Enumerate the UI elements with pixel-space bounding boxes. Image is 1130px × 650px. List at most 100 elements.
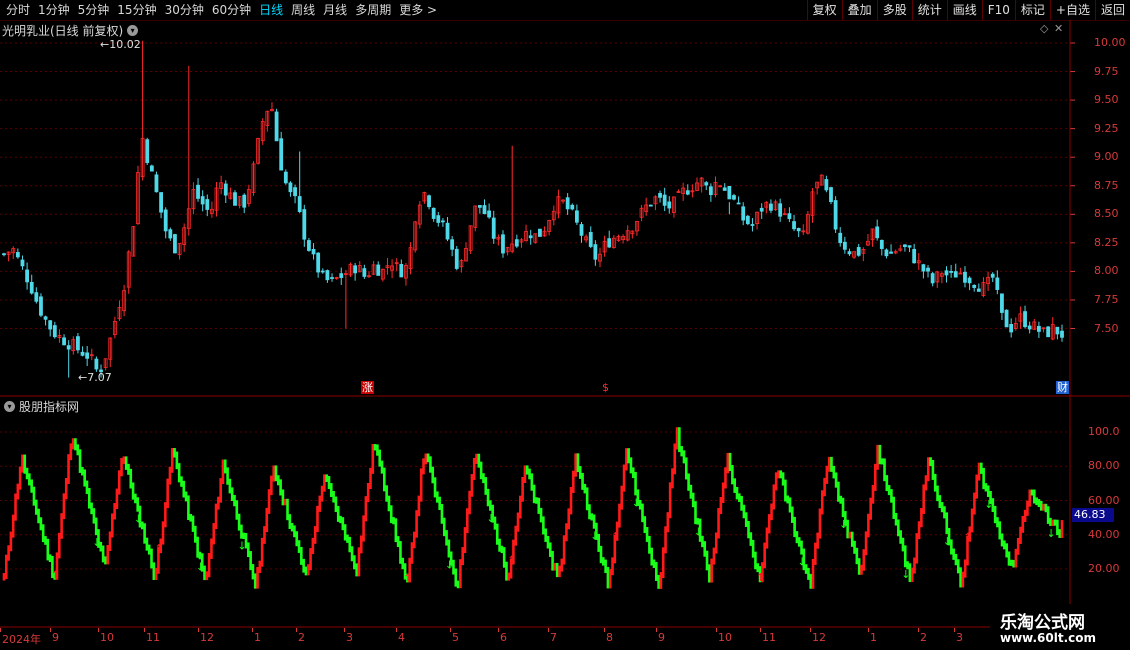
candle-body <box>2 253 6 256</box>
indicator-bar <box>519 495 522 519</box>
indicator-bar <box>927 457 930 482</box>
date-tick-label: 4 <box>398 631 405 644</box>
indicator-bar <box>795 531 799 544</box>
indicator-bar <box>825 465 829 484</box>
indicator-bar <box>521 476 524 502</box>
indicator-bar <box>247 542 250 558</box>
indicator-panel-title: ▾ 股朋指标网 <box>0 398 79 415</box>
indicator-bar <box>691 492 695 508</box>
indicator-bar <box>892 496 896 519</box>
indicator-bar <box>41 524 45 543</box>
indicator-bar <box>175 451 179 470</box>
up-arrow-icon: ↑ <box>507 553 516 566</box>
indicator-bar <box>7 545 10 561</box>
indicator-bar <box>318 495 322 512</box>
candle-body <box>325 270 330 281</box>
indicator-bar <box>5 554 8 580</box>
up-arrow-icon: ↑ <box>51 569 60 582</box>
indicator-bar <box>993 506 997 524</box>
indicator-bar <box>412 531 416 549</box>
candle-body <box>732 195 736 200</box>
indicator-bar <box>553 562 557 571</box>
indicator-bar <box>396 536 400 548</box>
dividend-marker[interactable]: $ <box>602 381 609 394</box>
indicator-bar <box>897 519 900 537</box>
indicator-bar <box>871 484 875 504</box>
date-tick <box>760 628 761 632</box>
indicator-bar <box>1023 509 1027 522</box>
indicator-bar <box>650 547 654 566</box>
indicator-bar <box>260 537 264 567</box>
diamond-icon[interactable]: ◇ <box>1040 22 1048 35</box>
candle-body <box>796 228 801 232</box>
indicator-bar <box>48 554 52 563</box>
limit-up-marker[interactable]: 涨 <box>361 381 374 394</box>
indicator-bar <box>731 465 734 485</box>
indicator-bar <box>629 457 633 474</box>
down-arrow-icon: ↓ <box>984 498 993 511</box>
date-tick-label: 9 <box>52 631 59 644</box>
candle-body <box>570 204 575 210</box>
indicator-bar <box>440 503 444 524</box>
indicator-bar <box>1039 501 1043 511</box>
indicator-bar <box>426 453 430 463</box>
indicator-bar <box>251 564 255 580</box>
indicator-bar <box>551 550 554 571</box>
indicator-bar <box>1019 526 1022 544</box>
indicator-bar <box>696 518 700 525</box>
indicator-bar <box>313 526 317 544</box>
price-tick-label: 8.50 <box>1094 207 1119 221</box>
candle-body <box>450 239 455 250</box>
indicator-bar <box>161 521 165 545</box>
indicator-bar <box>267 489 271 514</box>
watermark-title: 乐淘公式网 <box>1000 613 1085 633</box>
close-icon[interactable]: ✕ <box>1054 22 1063 35</box>
indicator-bar <box>401 557 405 570</box>
indicator-bar <box>466 508 469 534</box>
candle-body <box>149 165 154 172</box>
candle-body <box>487 210 492 218</box>
candle-body <box>274 111 279 142</box>
indicator-bar <box>899 530 902 544</box>
chevron-down-icon[interactable]: ▾ <box>127 25 139 36</box>
indicator-bar <box>903 545 907 568</box>
indicator-bar <box>23 454 27 474</box>
candle-body <box>588 232 593 247</box>
candle-body <box>1000 293 1004 313</box>
indicator-bar <box>998 521 1002 540</box>
date-tick-label: 2 <box>920 631 927 644</box>
indicator-bar <box>1035 497 1038 506</box>
indicator-bar <box>528 468 531 480</box>
candle-body <box>20 259 25 267</box>
indicator-bar <box>885 475 889 492</box>
indicator-bar <box>627 448 630 464</box>
up-arrow-icon: ↑ <box>154 542 163 555</box>
candle-body <box>1055 326 1060 335</box>
indicator-bar <box>952 548 955 560</box>
candle-body <box>949 271 954 273</box>
indicator-bar <box>410 542 414 564</box>
indicator-bar <box>620 485 624 510</box>
candle-body <box>311 248 316 255</box>
indicator-bar <box>548 542 552 557</box>
indicator-bar <box>592 514 596 529</box>
indicator-bar <box>39 517 43 531</box>
indicator-bar <box>482 473 485 484</box>
price-tick-label: 9.25 <box>1094 121 1119 135</box>
finance-marker[interactable]: 财 <box>1056 381 1069 394</box>
indicator-bar <box>11 514 15 538</box>
candle-body <box>1023 311 1027 328</box>
indicator-bar <box>588 504 591 520</box>
indicator-bar <box>332 490 335 503</box>
candle-body <box>769 203 773 211</box>
indicator-bar <box>316 505 319 533</box>
indicator-bar <box>963 559 967 578</box>
indicator-bar <box>436 491 439 503</box>
indicator-bar <box>302 558 305 573</box>
chevron-down-icon[interactable]: ▾ <box>4 401 15 412</box>
candle-body <box>759 207 764 212</box>
indicator-bar <box>602 557 605 566</box>
indicator-bar <box>196 536 199 558</box>
indicator-bar <box>786 495 790 504</box>
indicator-tick-label: 100.0 <box>1088 425 1120 438</box>
